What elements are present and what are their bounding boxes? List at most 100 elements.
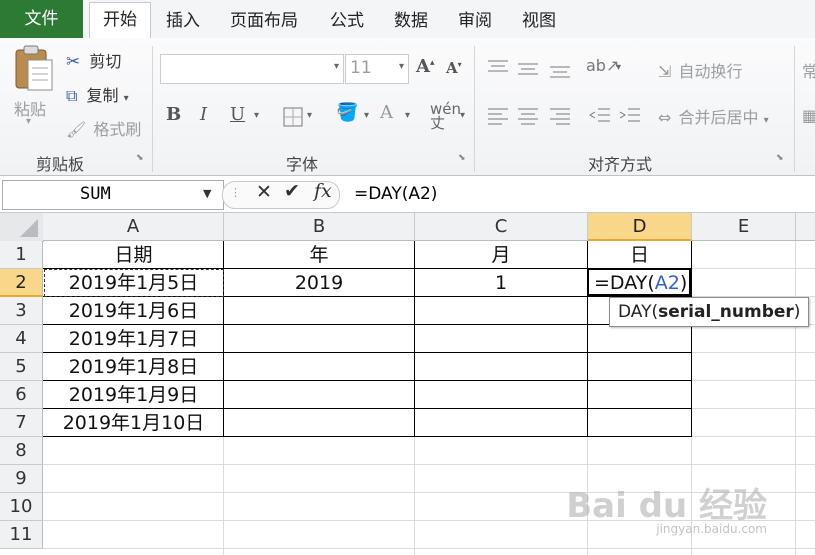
separator [474, 46, 475, 172]
gridline [692, 436, 815, 437]
tab-insert[interactable]: 插入 [166, 6, 200, 36]
column-header-e[interactable]: E [692, 213, 796, 241]
number-format-combo[interactable]: 常 [802, 58, 815, 82]
cell-c2[interactable]: 1 [415, 269, 587, 297]
copy-label: 复制 [86, 86, 119, 105]
format-painter-button[interactable]: 🖌 格式刷 [66, 116, 141, 140]
column-header-a[interactable]: A [43, 213, 224, 241]
gridline [43, 464, 815, 465]
cell-b1[interactable]: 年 [224, 241, 414, 269]
cut-button[interactable]: ✂ 剪切 [66, 48, 121, 72]
cancel-icon[interactable]: ✕ [256, 181, 272, 203]
phonetic-guide-icon[interactable]: wén 丈 [430, 100, 461, 139]
paste-button[interactable]: 粘贴 ▾ [10, 44, 56, 130]
align-center-icon[interactable] [516, 106, 540, 130]
align-right-icon[interactable] [548, 106, 572, 130]
decrease-indent-icon[interactable] [588, 106, 612, 130]
row-header[interactable]: 9 [0, 465, 43, 493]
copy-button[interactable]: ⧉ 复制 ▾ [66, 82, 129, 106]
cell-c1[interactable]: 月 [415, 241, 587, 269]
enter-icon[interactable]: ✔ [284, 180, 300, 202]
orientation-icon[interactable]: ab↗ [586, 56, 619, 75]
cell-a7[interactable]: 2019年1月10日 [44, 409, 223, 437]
gridline [692, 380, 815, 381]
shrink-font-icon[interactable]: A▾ [446, 59, 462, 77]
fill-color-icon[interactable]: 🪣 [336, 102, 358, 123]
cell-a1[interactable]: 日期 [44, 241, 223, 269]
name-box-dropdown-icon[interactable]: ▼ [203, 187, 211, 200]
clipboard-launcher-icon[interactable]: ⬊ [136, 153, 144, 163]
row-header[interactable]: 11 [0, 521, 43, 549]
gridline [414, 437, 415, 555]
gridline [692, 268, 815, 269]
tab-formulas[interactable]: 公式 [330, 6, 364, 36]
tab-home[interactable]: 开始 [89, 2, 151, 40]
font-color-icon[interactable]: A [380, 102, 393, 123]
wrap-text-icon: ⇲ [658, 62, 672, 81]
align-middle-icon[interactable] [516, 58, 540, 82]
tab-view[interactable]: 视图 [522, 6, 556, 36]
number-format-icon[interactable]: ▦ [802, 106, 815, 125]
tab-data[interactable]: 数据 [394, 6, 428, 36]
column-header-f[interactable] [796, 213, 815, 241]
align-bottom-icon[interactable] [548, 58, 572, 82]
row-header[interactable]: 3 [0, 297, 43, 325]
name-box[interactable] [2, 180, 224, 210]
cut-label: 剪切 [89, 52, 122, 71]
row-header[interactable]: 8 [0, 437, 43, 465]
scissors-icon: ✂ [66, 52, 81, 72]
cell-a6[interactable]: 2019年1月9日 [44, 381, 223, 409]
tab-file[interactable]: 文件 [0, 0, 83, 38]
row-header[interactable]: 6 [0, 381, 43, 409]
row-header[interactable]: 1 [0, 241, 43, 269]
formula-input[interactable]: =DAY(A2) [354, 184, 437, 204]
column-header-b[interactable]: B [224, 213, 415, 241]
paste-icon [15, 45, 53, 91]
column-header-d[interactable]: D [588, 213, 692, 241]
align-top-icon[interactable] [486, 58, 510, 82]
merge-center-icon: ⇔ [658, 108, 672, 127]
row-header[interactable]: 2 [0, 269, 43, 297]
cell-a4[interactable]: 2019年1月7日 [44, 325, 223, 353]
underline-icon[interactable]: U [230, 104, 245, 125]
row-header[interactable]: 10 [0, 493, 43, 521]
wrap-text-label: 自动换行 [678, 62, 743, 81]
wrap-text-button[interactable]: ⇲ 自动换行 [658, 58, 743, 82]
gridline [692, 408, 815, 409]
grow-font-icon[interactable]: A▴ [416, 56, 435, 77]
tooltip-argument: serial_number [658, 302, 794, 322]
row-header[interactable]: 7 [0, 409, 43, 437]
cell-d2-editing[interactable]: =DAY(A2) [587, 268, 691, 296]
font-launcher-icon[interactable]: ⬊ [458, 153, 466, 163]
font-size-combo[interactable]: 11 ▾ [345, 54, 409, 84]
row-header[interactable]: 5 [0, 353, 43, 381]
alignment-launcher-icon[interactable]: ⬊ [776, 153, 784, 163]
insert-function-icon[interactable]: fx [314, 180, 332, 202]
select-all-corner[interactable] [0, 213, 44, 242]
row-header[interactable]: 4 [0, 325, 43, 353]
copy-icon: ⧉ [66, 86, 78, 105]
bold-icon[interactable]: B [166, 104, 181, 125]
cell-a3[interactable]: 2019年1月6日 [44, 297, 223, 325]
cell-b2[interactable]: 2019 [224, 269, 414, 297]
tab-page-layout[interactable]: 页面布局 [230, 6, 298, 36]
orientation-dropdown-icon[interactable]: ▾ [616, 62, 621, 73]
border-icon[interactable] [282, 106, 304, 132]
gridline [795, 241, 796, 555]
cell-d2-formula: =DAY(A2) [594, 272, 688, 294]
italic-icon[interactable]: I [200, 104, 207, 125]
font-color-dropdown-icon[interactable]: ▾ [405, 110, 410, 121]
function-tooltip[interactable]: DAY(serial_number) [609, 297, 810, 327]
column-header-c[interactable]: C [415, 213, 588, 241]
cell-a5[interactable]: 2019年1月8日 [44, 353, 223, 381]
increase-indent-icon[interactable] [618, 106, 642, 130]
tab-review[interactable]: 审阅 [458, 6, 492, 36]
phonetic-dropdown-icon[interactable]: ▾ [460, 110, 465, 121]
border-dropdown-icon[interactable]: ▾ [307, 110, 312, 121]
underline-dropdown-icon[interactable]: ▾ [254, 110, 259, 121]
align-left-icon[interactable] [486, 106, 510, 130]
merge-center-button[interactable]: ⇔ 合并后居中 ▾ [658, 104, 769, 128]
font-name-combo[interactable]: ▾ [160, 54, 344, 84]
cell-d1[interactable]: 日 [588, 241, 691, 269]
fill-color-dropdown-icon[interactable]: ▾ [364, 110, 369, 121]
